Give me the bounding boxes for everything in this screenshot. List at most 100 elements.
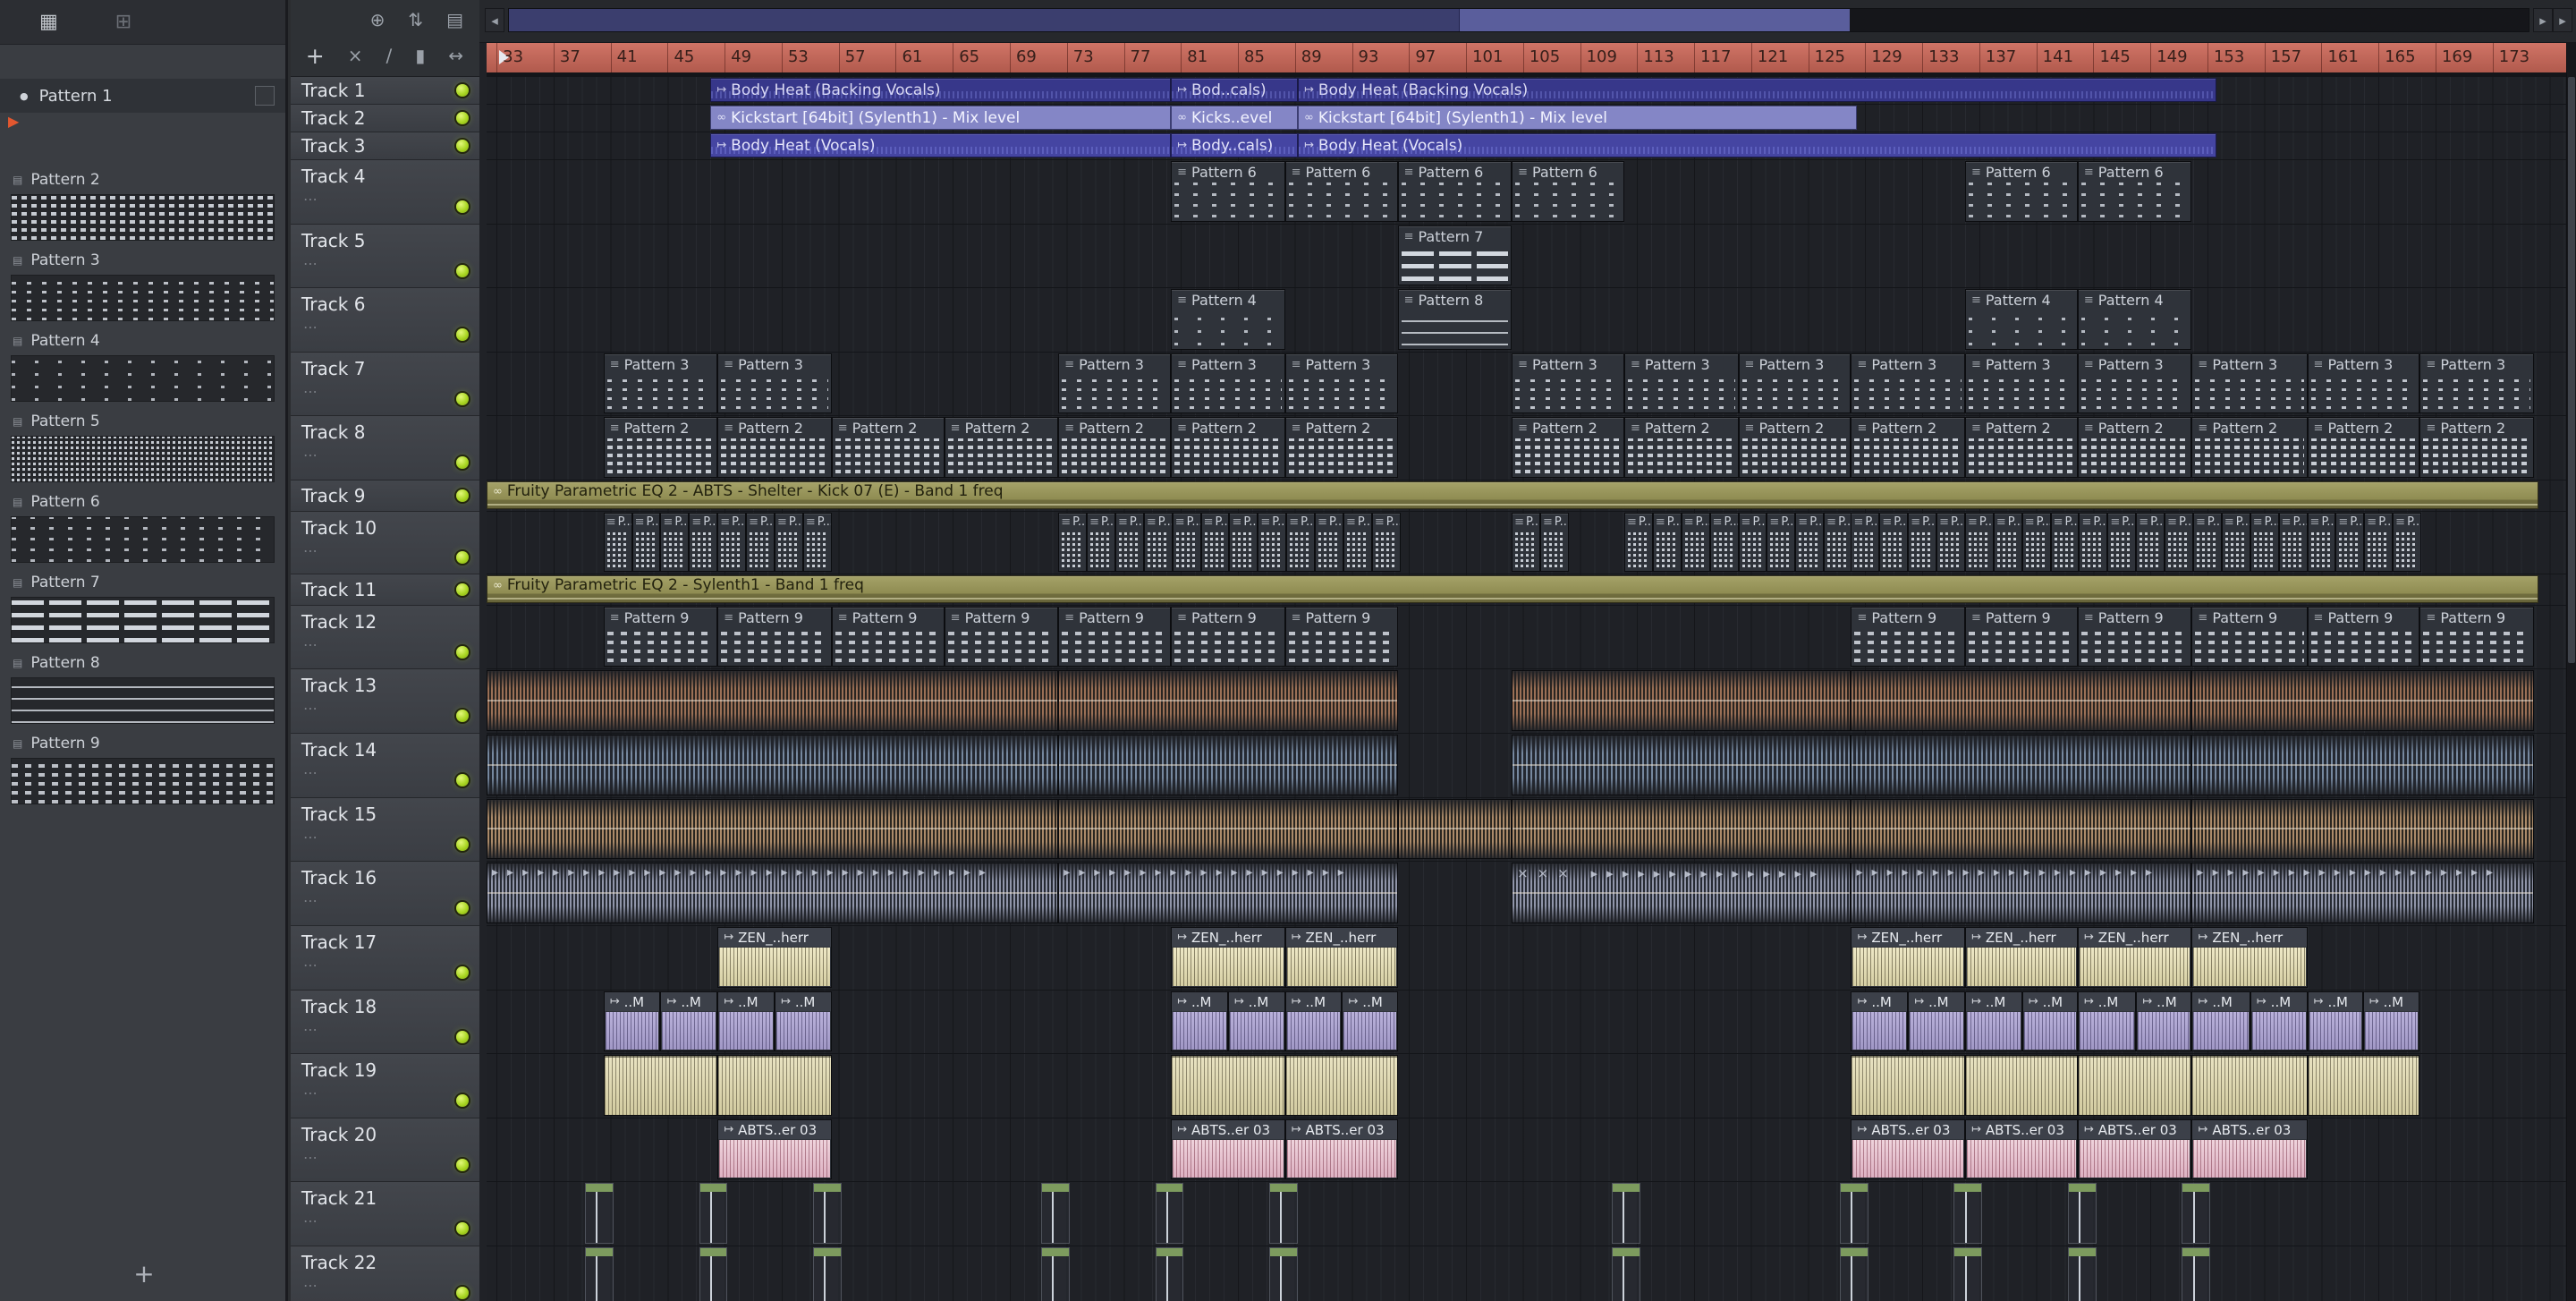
- hit-clip[interactable]: [2182, 1247, 2211, 1301]
- track-header[interactable]: Track 18 ⋯: [291, 991, 479, 1054]
- awave-clip[interactable]: ↦ ZEN_..herr: [1964, 927, 2078, 988]
- track-header[interactable]: Track 8 ⋯: [291, 416, 479, 480]
- pattern-item[interactable]: ▤ Pattern 8: [0, 648, 285, 724]
- add-icon[interactable]: +: [306, 43, 325, 69]
- pat-clip[interactable]: ≡ Pattern 3: [2077, 353, 2192, 413]
- track-header[interactable]: Track 3: [291, 132, 479, 160]
- wave-clip[interactable]: [1058, 735, 1398, 795]
- track-header[interactable]: Track 22 ⋯: [291, 1246, 479, 1301]
- track-mute-led[interactable]: [456, 583, 469, 596]
- snap-icon[interactable]: ⊕: [370, 9, 386, 30]
- pat-clip[interactable]: ≡ Pattern 2: [1624, 417, 1739, 478]
- playlist-track-row[interactable]: [487, 798, 2566, 862]
- hit-clip[interactable]: [1155, 1247, 1184, 1301]
- hit-clip[interactable]: [813, 1183, 842, 1244]
- playlist-track-row[interactable]: ≡ Pattern 2 ≡ Pattern 2 ≡ Pattern 2 ≡ Pattern 2…: [487, 416, 2566, 480]
- pat-clip[interactable]: ≡P..5: [1908, 513, 1937, 572]
- pat-clip[interactable]: ≡ Pattern 4: [2077, 289, 2192, 350]
- playlist-track-row[interactable]: ↦ ..M ↦ ..M ↦ ..M ↦ ..M ↦ ..M ↦ ..M ↦ ..M ↦ ..M ↦ ..M ↦ ..M…: [487, 991, 2566, 1054]
- pat-clip[interactable]: ≡ Pattern 3: [2191, 353, 2308, 413]
- pat-clip[interactable]: ≡ Pattern 3: [1284, 353, 1398, 413]
- audio-clip[interactable]: ↦ Bod..cals): [1171, 78, 1298, 102]
- wave-clip[interactable]: [1512, 799, 1852, 859]
- awave-clip[interactable]: ↦ ..M: [2077, 991, 2137, 1051]
- pat-clip[interactable]: ≡P..5: [774, 513, 803, 572]
- wave-clip[interactable]: [2307, 1055, 2420, 1116]
- pat-clip[interactable]: ≡P..5: [1879, 513, 1909, 572]
- playlist-track-row[interactable]: ↦ Body Heat (Backing Vocals) ↦ Bod..cals) ↦ B…: [487, 77, 2566, 105]
- track-header[interactable]: Track 9: [291, 480, 479, 512]
- pat-clip[interactable]: ≡ Pattern 2: [1284, 417, 1398, 478]
- awave-clip[interactable]: ↦ ..M: [2191, 991, 2250, 1051]
- pat-clip[interactable]: ≡P..5: [1229, 513, 1258, 572]
- track-header[interactable]: Track 5 ⋯: [291, 225, 479, 288]
- pat-clip[interactable]: ≡ Pattern 4: [1171, 289, 1285, 350]
- wave-clip[interactable]: [2191, 1055, 2308, 1116]
- track-mute-led[interactable]: [456, 200, 469, 214]
- pat-clip[interactable]: ≡P..5: [1709, 513, 1739, 572]
- wave-clip[interactable]: ××× ▸▸▸▸▸▸▸▸▸▸▸▸▸▸▸: [1512, 863, 1852, 923]
- pat-clip[interactable]: ≡P..5: [689, 513, 718, 572]
- awave-clip[interactable]: ↦ ABTS..er 03: [1171, 1119, 1285, 1179]
- awave-clip[interactable]: ↦ ABTS..er 03: [717, 1119, 832, 1179]
- awave-clip[interactable]: ↦ ..M: [1908, 991, 1965, 1051]
- playlist-track-row[interactable]: [487, 734, 2566, 798]
- wave-clip[interactable]: [1851, 799, 2192, 859]
- pat-clip[interactable]: ≡P..5: [2278, 513, 2308, 572]
- pat-clip[interactable]: ≡P..5: [2050, 513, 2080, 572]
- awave-clip[interactable]: ↦ ..M: [2250, 991, 2308, 1051]
- track-header[interactable]: Track 14 ⋯: [291, 734, 479, 798]
- wave-clip[interactable]: [717, 1055, 832, 1116]
- pat-clip[interactable]: ≡P..5: [603, 513, 632, 572]
- playlist-track-row[interactable]: ≡ Pattern 7: [487, 225, 2566, 288]
- awave-clip[interactable]: ↦ ..M: [1342, 991, 1398, 1051]
- pat-clip[interactable]: ≡ Pattern 9: [2191, 607, 2308, 667]
- auto-clip[interactable]: ∞ Fruity Parametric EQ 2 - Sylenth1 - Ban…: [487, 575, 2538, 603]
- audio-clip[interactable]: ↦ Body..cals): [1171, 133, 1298, 157]
- pat-clip[interactable]: ≡P..5: [2165, 513, 2193, 572]
- pat-clip[interactable]: ≡ Pattern 2: [1738, 417, 1852, 478]
- pat-clip[interactable]: ≡P..5: [1964, 513, 1994, 572]
- hit-clip[interactable]: [1953, 1183, 1983, 1244]
- awave-clip[interactable]: ↦ ZEN_..herr: [1284, 927, 1398, 988]
- pat-clip[interactable]: ≡ Pattern 3: [2419, 353, 2534, 413]
- pat-clip[interactable]: ≡ Pattern 3: [717, 353, 832, 413]
- pat-clip[interactable]: ≡ Pattern 6: [1512, 161, 1624, 222]
- track-header[interactable]: Track 7 ⋯: [291, 353, 479, 416]
- draw-tool-icon[interactable]: ∕: [386, 45, 392, 66]
- wave-clip[interactable]: ▸▸▸▸▸▸▸▸▸▸▸▸▸▸▸▸▸▸▸: [1058, 863, 1398, 923]
- pat-clip[interactable]: ≡P..5: [1767, 513, 1796, 572]
- awave-clip[interactable]: ↦ ..M: [1284, 991, 1343, 1051]
- hit-clip[interactable]: [1611, 1183, 1640, 1244]
- pat-clip[interactable]: ≡P..5: [2364, 513, 2394, 572]
- scrollbar-range-segment[interactable]: [509, 9, 1460, 31]
- track-mute-led[interactable]: [456, 140, 469, 152]
- awave-clip[interactable]: ↦ ZEN_..herr: [1851, 927, 1965, 988]
- hit-clip[interactable]: [1155, 1183, 1184, 1244]
- pat-clip[interactable]: ≡P..5: [1993, 513, 2022, 572]
- pat-clip[interactable]: ≡P..5: [717, 513, 747, 572]
- pat-clip[interactable]: ≡P..5: [1824, 513, 1853, 572]
- pat-clip[interactable]: ≡ Pattern 2: [2077, 417, 2192, 478]
- track-header[interactable]: Track 17 ⋯: [291, 926, 479, 991]
- pat-clip[interactable]: ≡ Pattern 9: [2419, 607, 2534, 667]
- pat-clip[interactable]: ≡P..5: [1343, 513, 1372, 572]
- awave-clip[interactable]: ↦ ..M: [1851, 991, 1909, 1051]
- pat-clip[interactable]: ≡ Pattern 9: [1058, 607, 1172, 667]
- track-header[interactable]: Track 16 ⋯: [291, 862, 479, 926]
- track-mute-led[interactable]: [456, 1222, 469, 1236]
- playlist-track-row[interactable]: ↦ Body Heat (Vocals) ↦ Body..cals) ↦ Body Hea…: [487, 132, 2566, 160]
- playlist-track-row[interactable]: ∞ Fruity Parametric EQ 2 - ABTS - Shelter…: [487, 480, 2566, 512]
- pat-clip[interactable]: ≡P..5: [2107, 513, 2137, 572]
- pat-clip[interactable]: ≡ Pattern 3: [2307, 353, 2420, 413]
- pat-clip[interactable]: ≡P..5: [1795, 513, 1825, 572]
- awave-clip[interactable]: ↦ ..M: [2362, 991, 2420, 1051]
- track-header[interactable]: Track 15 ⋯: [291, 798, 479, 862]
- pattern-item[interactable]: ▤ Pattern 5: [0, 406, 285, 482]
- pat-clip[interactable]: ≡P..5: [1851, 513, 1880, 572]
- pat-clip[interactable]: ≡ Pattern 3: [603, 353, 718, 413]
- pat-clip[interactable]: ≡ Pattern 9: [603, 607, 718, 667]
- awave-clip[interactable]: ↦ ZEN_..herr: [717, 927, 832, 988]
- pat-clip[interactable]: ≡ Pattern 2: [2191, 417, 2308, 478]
- scroll-right-button[interactable]: ▸: [2533, 8, 2553, 32]
